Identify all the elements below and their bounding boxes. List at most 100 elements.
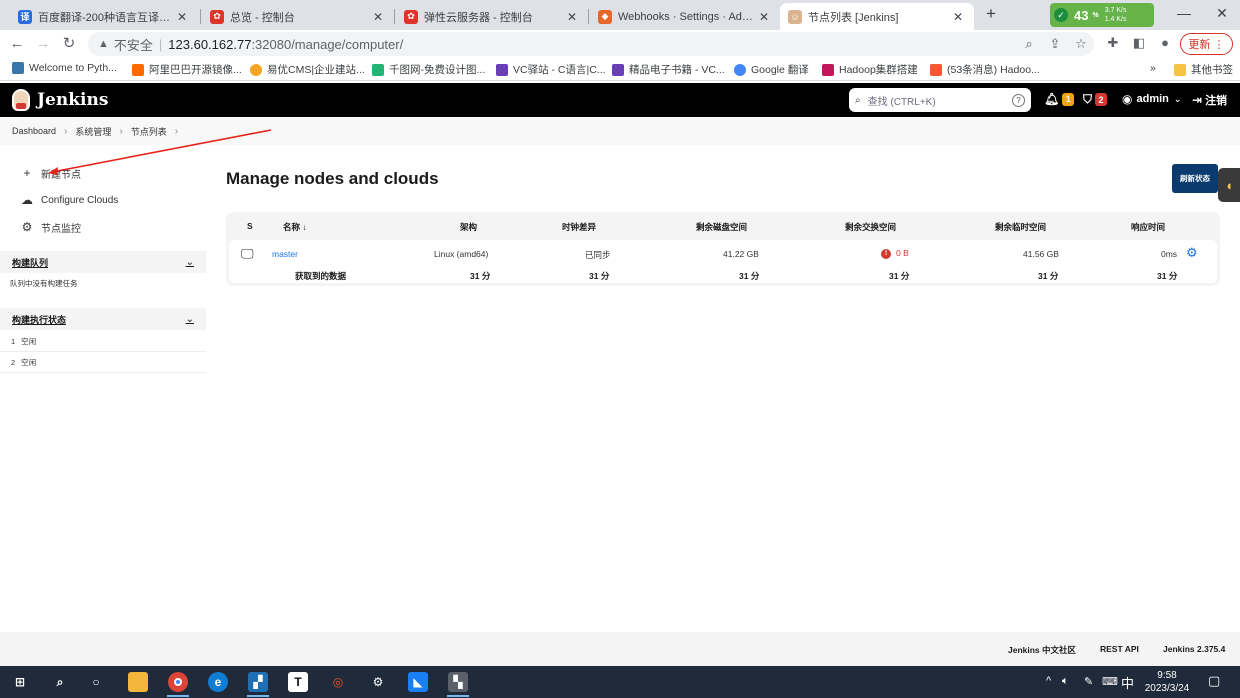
column-header-temp[interactable]: 剩余临时空间 <box>995 221 1046 233</box>
error-icon: ! <box>881 248 891 259</box>
close-icon[interactable]: ✕ <box>174 10 190 24</box>
minimize-icon[interactable]: — <box>1174 5 1194 21</box>
node-swap: ! 0 B <box>881 248 909 259</box>
jenkins-logo-link[interactable]: Jenkins <box>12 89 108 111</box>
other-bookmarks[interactable]: 其他书签 <box>1174 62 1233 77</box>
browser-tab-title: Webhooks · Settings · Administ <box>618 10 756 23</box>
executor-status: 空闲 <box>21 336 37 346</box>
chevron-right-icon[interactable]: › <box>175 126 178 137</box>
logout-button[interactable]: ⇥ 注销 <box>1192 92 1227 108</box>
new-node-task[interactable]: + 新建节点 <box>20 164 81 182</box>
browser-tab-active[interactable]: ☺ 节点列表 [Jenkins] ✕ <box>780 3 974 30</box>
net-monitor-extension[interactable]: ✓ 43 % 3.7 K/s 1.4 K/s <box>1050 3 1154 27</box>
floating-side-tab[interactable]: ◖ <box>1218 168 1240 202</box>
user-menu[interactable]: ◉ admin ⌄ <box>1122 92 1181 106</box>
gear-icon: ⚙ <box>21 220 33 234</box>
breadcrumb-computers[interactable]: 节点列表 <box>131 125 167 138</box>
node-name-link[interactable]: master <box>272 249 298 259</box>
zoom-icon[interactable]: ⌕ <box>1020 36 1038 52</box>
task-view-icon[interactable]: ○ <box>86 672 106 692</box>
bookmark-star-icon[interactable]: ☆ <box>1072 36 1090 52</box>
shield-icon: ✓ <box>1054 8 1068 22</box>
address-bar[interactable]: ▲ 不安全 | 123.60.162.77:32080/manage/compu… <box>88 32 1094 56</box>
edge-icon[interactable]: e <box>208 672 228 692</box>
column-header-name[interactable]: 名称 ↓ <box>283 221 307 233</box>
close-icon[interactable]: ✕ <box>564 10 580 24</box>
rest-api-link[interactable]: REST API <box>1100 644 1139 654</box>
keyboard-icon[interactable]: ⌨ <box>1102 675 1118 688</box>
browser-tab[interactable]: ◆ Webhooks · Settings · Administ ✕ <box>590 3 780 30</box>
search-icon[interactable]: ⌕ <box>50 672 70 692</box>
snail-app-icon[interactable]: ◎ <box>328 672 348 692</box>
windows-start-icon[interactable]: ⊞ <box>10 672 30 692</box>
executors-header[interactable]: 构建执行状态 ⌄ <box>0 308 206 330</box>
typora-icon[interactable]: T <box>288 672 308 692</box>
back-arrow-icon[interactable]: ← <box>8 35 26 53</box>
chevron-down-icon[interactable]: ⌄ <box>186 314 194 325</box>
ime-indicator[interactable]: 中 <box>1121 673 1134 692</box>
chevron-up-icon[interactable]: ^ <box>1046 675 1051 687</box>
notification-center-icon[interactable]: ▢ <box>1208 673 1220 689</box>
forward-arrow-icon[interactable]: → <box>34 35 52 53</box>
image-viewer-icon[interactable]: ▚ <box>448 672 468 692</box>
bookmark-item[interactable]: 精品电子书籍 - VC... <box>612 62 725 77</box>
bookmark-item[interactable]: 易优CMS|企业建站... <box>250 62 365 77</box>
bookmark-item[interactable]: Google 翻译 <box>734 62 809 77</box>
file-explorer-icon[interactable] <box>128 672 148 692</box>
bookmark-item[interactable]: VC驿站 - C语言|C... <box>496 62 606 77</box>
node-settings-gear-icon[interactable]: ⚙ <box>1186 245 1198 261</box>
search-box[interactable]: ⌕ 查找 (CTRL+K) ? <box>849 88 1031 112</box>
bookmarks-overflow[interactable]: » <box>1150 62 1156 74</box>
bookmark-label: Welcome to Pyth... <box>29 62 117 74</box>
extensions-puzzle-icon[interactable]: ✚ <box>1104 35 1122 51</box>
column-header-arch[interactable]: 架构 <box>460 221 477 233</box>
close-icon[interactable]: ✕ <box>370 10 386 24</box>
chevron-down-icon[interactable]: ⌄ <box>186 257 194 268</box>
bookmark-item[interactable]: (53条消息) Hadoo... <box>930 62 1040 77</box>
sidebar-icon[interactable]: ◧ <box>1130 35 1148 51</box>
feishu-icon[interactable]: ◣ <box>408 672 428 692</box>
browser-tab[interactable]: ✿ 总览 - 控制台 ✕ <box>202 3 394 30</box>
remote-desktop-icon[interactable]: ▞ <box>248 672 268 692</box>
community-link[interactable]: Jenkins 中文社区 <box>1008 644 1076 656</box>
column-header-response[interactable]: 响应时间 <box>1131 221 1165 233</box>
column-header-clock[interactable]: 时钟差异 <box>562 221 596 233</box>
chrome-icon[interactable] <box>168 672 188 692</box>
breadcrumb-manage[interactable]: 系统管理 <box>75 125 111 138</box>
executor-row: 2 空闲 <box>0 352 206 373</box>
executor-number: 1 <box>11 336 16 346</box>
pen-icon[interactable]: ✎ <box>1084 675 1093 688</box>
shield-icon: ⛉ <box>1083 92 1093 106</box>
speaker-icon[interactable]: 🔈︎ <box>1062 675 1069 688</box>
close-icon[interactable]: ✕ <box>950 10 966 24</box>
notifications-button[interactable]: 🔔︎ 1 <box>1044 92 1075 106</box>
build-queue-header[interactable]: 构建队列 ⌄ <box>0 251 206 273</box>
security-button[interactable]: ⛉ 2 <box>1083 92 1108 107</box>
jenkins-icon: ☺ <box>788 9 802 24</box>
close-icon[interactable]: ✕ <box>756 10 772 24</box>
refresh-status-button[interactable]: 刷新状态 <box>1172 164 1218 193</box>
system-clock[interactable]: 9:58 2023/3/24 <box>1140 669 1194 695</box>
help-icon[interactable]: ? <box>1012 93 1025 107</box>
node-monitoring-task[interactable]: ⚙ 节点监控 <box>20 218 81 236</box>
bookmark-item[interactable]: 阿里巴巴开源镜像... <box>132 62 242 77</box>
breadcrumb-dashboard[interactable]: Dashboard <box>12 126 56 136</box>
column-header-status[interactable]: S <box>247 221 253 231</box>
configure-clouds-task[interactable]: ☁ Configure Clouds <box>20 191 118 209</box>
version-link[interactable]: Jenkins 2.375.4 <box>1163 644 1225 654</box>
bookmark-item[interactable]: 千图网-免费设计图... <box>372 62 485 77</box>
huawei-cloud-icon: ✿ <box>210 9 224 24</box>
new-tab-button[interactable]: + <box>982 5 1000 23</box>
column-header-swap[interactable]: 剩余交换空间 <box>845 221 896 233</box>
share-icon[interactable]: ⇪ <box>1046 36 1064 52</box>
browser-tab[interactable]: ✿ 弹性云服务器 - 控制台 ✕ <box>396 3 588 30</box>
settings-gear-icon[interactable]: ⚙ <box>368 672 388 692</box>
browser-tab[interactable]: 译 百度翻译-200种语言互译、沟通 ✕ <box>10 3 198 30</box>
reload-icon[interactable]: ↻ <box>60 35 78 53</box>
bookmark-item[interactable]: Welcome to Pyth... <box>12 62 117 74</box>
column-header-disk[interactable]: 剩余磁盘空间 <box>696 221 747 233</box>
close-window-icon[interactable]: ✕ <box>1212 5 1232 22</box>
bookmark-item[interactable]: Hadoop集群搭建 <box>822 62 918 77</box>
update-browser-button[interactable]: 更新 ⋮ <box>1180 33 1233 55</box>
profile-avatar-icon[interactable]: ● <box>1156 35 1174 50</box>
